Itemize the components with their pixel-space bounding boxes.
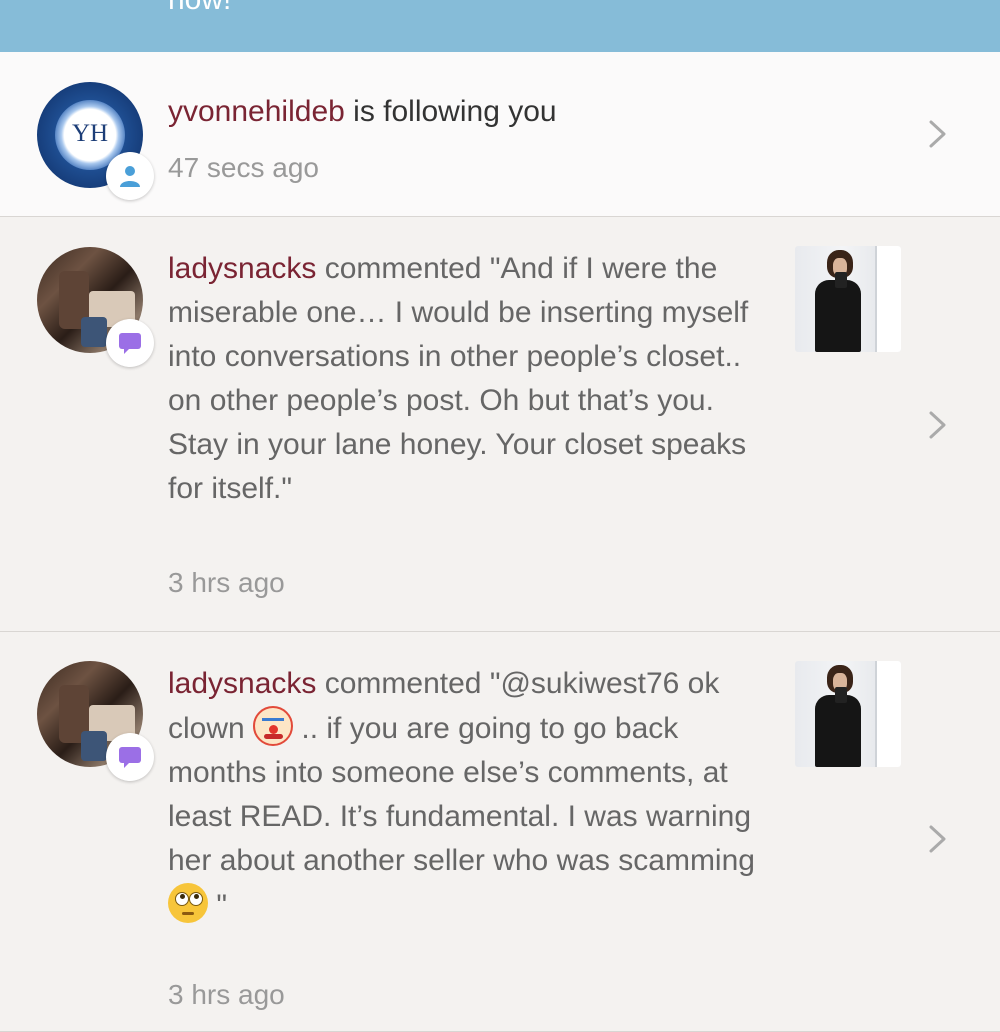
banner-text: now!: [168, 0, 231, 18]
follow-action-text: is following you: [344, 95, 557, 128]
username-link[interactable]: ladysnacks: [168, 667, 316, 700]
avatar-initials: YH: [71, 120, 109, 147]
comment-bubble-icon: [119, 747, 141, 768]
notification-comment[interactable]: ladysnacks commented "@sukiwest76 ok clo…: [0, 632, 1000, 1032]
person-icon: [120, 166, 140, 187]
notification-follow[interactable]: YH yvonnehildeb is following you 47 secs…: [0, 52, 1000, 217]
comment-badge: [106, 319, 154, 367]
notification-text: yvonnehildeb is following you: [168, 90, 868, 134]
username-link[interactable]: yvonnehildeb: [168, 95, 345, 128]
clown-face-emoji: [253, 706, 294, 746]
notification-text: ladysnacks commented "@sukiwest76 ok clo…: [168, 662, 773, 928]
timestamp: 47 secs ago: [168, 152, 319, 183]
comment-body: "And if I were the miserable one… I woul…: [168, 252, 749, 505]
listing-thumbnail[interactable]: [795, 661, 901, 767]
listing-thumbnail[interactable]: [795, 246, 901, 352]
comment-body-part3: ": [208, 889, 227, 922]
timestamp: 3 hrs ago: [168, 979, 285, 1010]
comment-bubble-icon: [119, 333, 141, 354]
top-banner: now!: [0, 0, 1000, 52]
notification-text: ladysnacks commented "And if I were the …: [168, 247, 773, 511]
comment-verb: commented: [316, 667, 490, 700]
chevron-right-icon[interactable]: [922, 819, 952, 859]
timestamp: 3 hrs ago: [168, 567, 285, 598]
comment-badge: [106, 733, 154, 781]
person-badge: [106, 152, 154, 200]
username-link[interactable]: ladysnacks: [168, 252, 316, 285]
eye-roll-emoji: [168, 883, 208, 923]
chevron-right-icon[interactable]: [922, 405, 952, 445]
notification-comment[interactable]: ladysnacks commented "And if I were the …: [0, 217, 1000, 632]
comment-verb: commented: [316, 252, 490, 285]
chevron-right-icon[interactable]: [922, 114, 952, 154]
